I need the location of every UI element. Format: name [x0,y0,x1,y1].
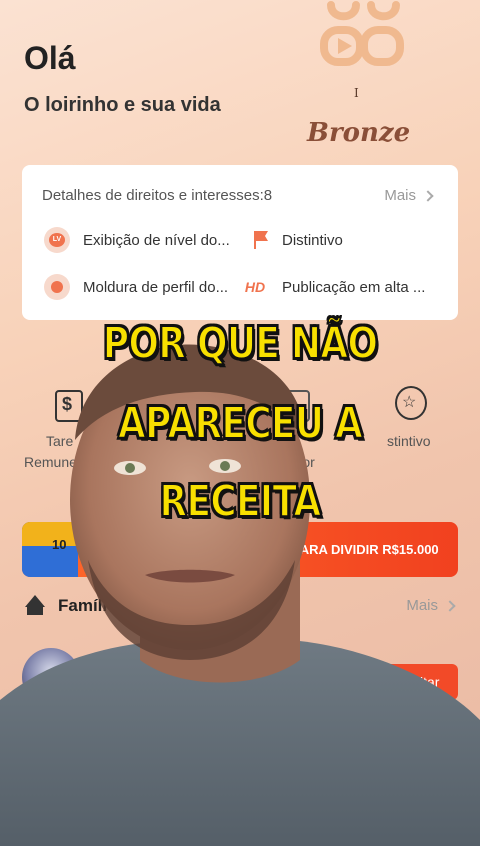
more-label: Mais [384,187,416,204]
badge-level: I [354,86,359,100]
caption-line-2: APARECEU A [117,397,364,450]
banner-text: PARA DIVIDIR R$15.000 [292,542,439,557]
level-icon [44,227,70,253]
rights-more-link[interactable]: Mais [384,187,434,204]
perk-featured-post[interactable]: Publicação em alta ... [282,279,425,296]
banner-art-icon [22,522,78,577]
perk-badge[interactable]: Distintivo [282,232,343,249]
username: O loirinho e sua vida [24,94,221,116]
perk-level-display[interactable]: Exibição de nível do... [83,232,230,249]
frame-icon [44,274,70,300]
family-house-icon [25,595,45,615]
bronze-badge-icon [320,1,404,66]
chevron-right-icon [444,600,456,612]
greeting-title: Olá [24,40,76,76]
rewards-label: Remune [24,454,77,470]
family-more-link[interactable]: Mais [406,597,456,614]
chevron-right-icon [422,190,434,202]
creator-label: criador [272,454,315,470]
badge-tier-label: Bronze [307,118,411,148]
caption-line-3: RECEITA [159,475,322,528]
banner-number: 10 [52,537,67,552]
rights-card-title: Detalhes de direitos e interesses:8 [42,187,273,204]
flag-icon [246,227,272,253]
family-label: Famíli [58,596,108,615]
caption-line-1: POR QUE NÃO [102,317,379,370]
promo-banner[interactable]: 10 PARA DIVIDIR R$15.000 [22,522,458,577]
perk-profile-frame[interactable]: Moldura de perfil do... [83,279,228,296]
hd-icon: HD [244,279,266,295]
apply-button[interactable]: Solicitar [371,664,458,700]
family-avatar[interactable] [22,648,80,706]
rights-card: Detalhes de direitos e interesses:8 Mais… [22,165,458,320]
more-label: Mais [406,597,438,614]
